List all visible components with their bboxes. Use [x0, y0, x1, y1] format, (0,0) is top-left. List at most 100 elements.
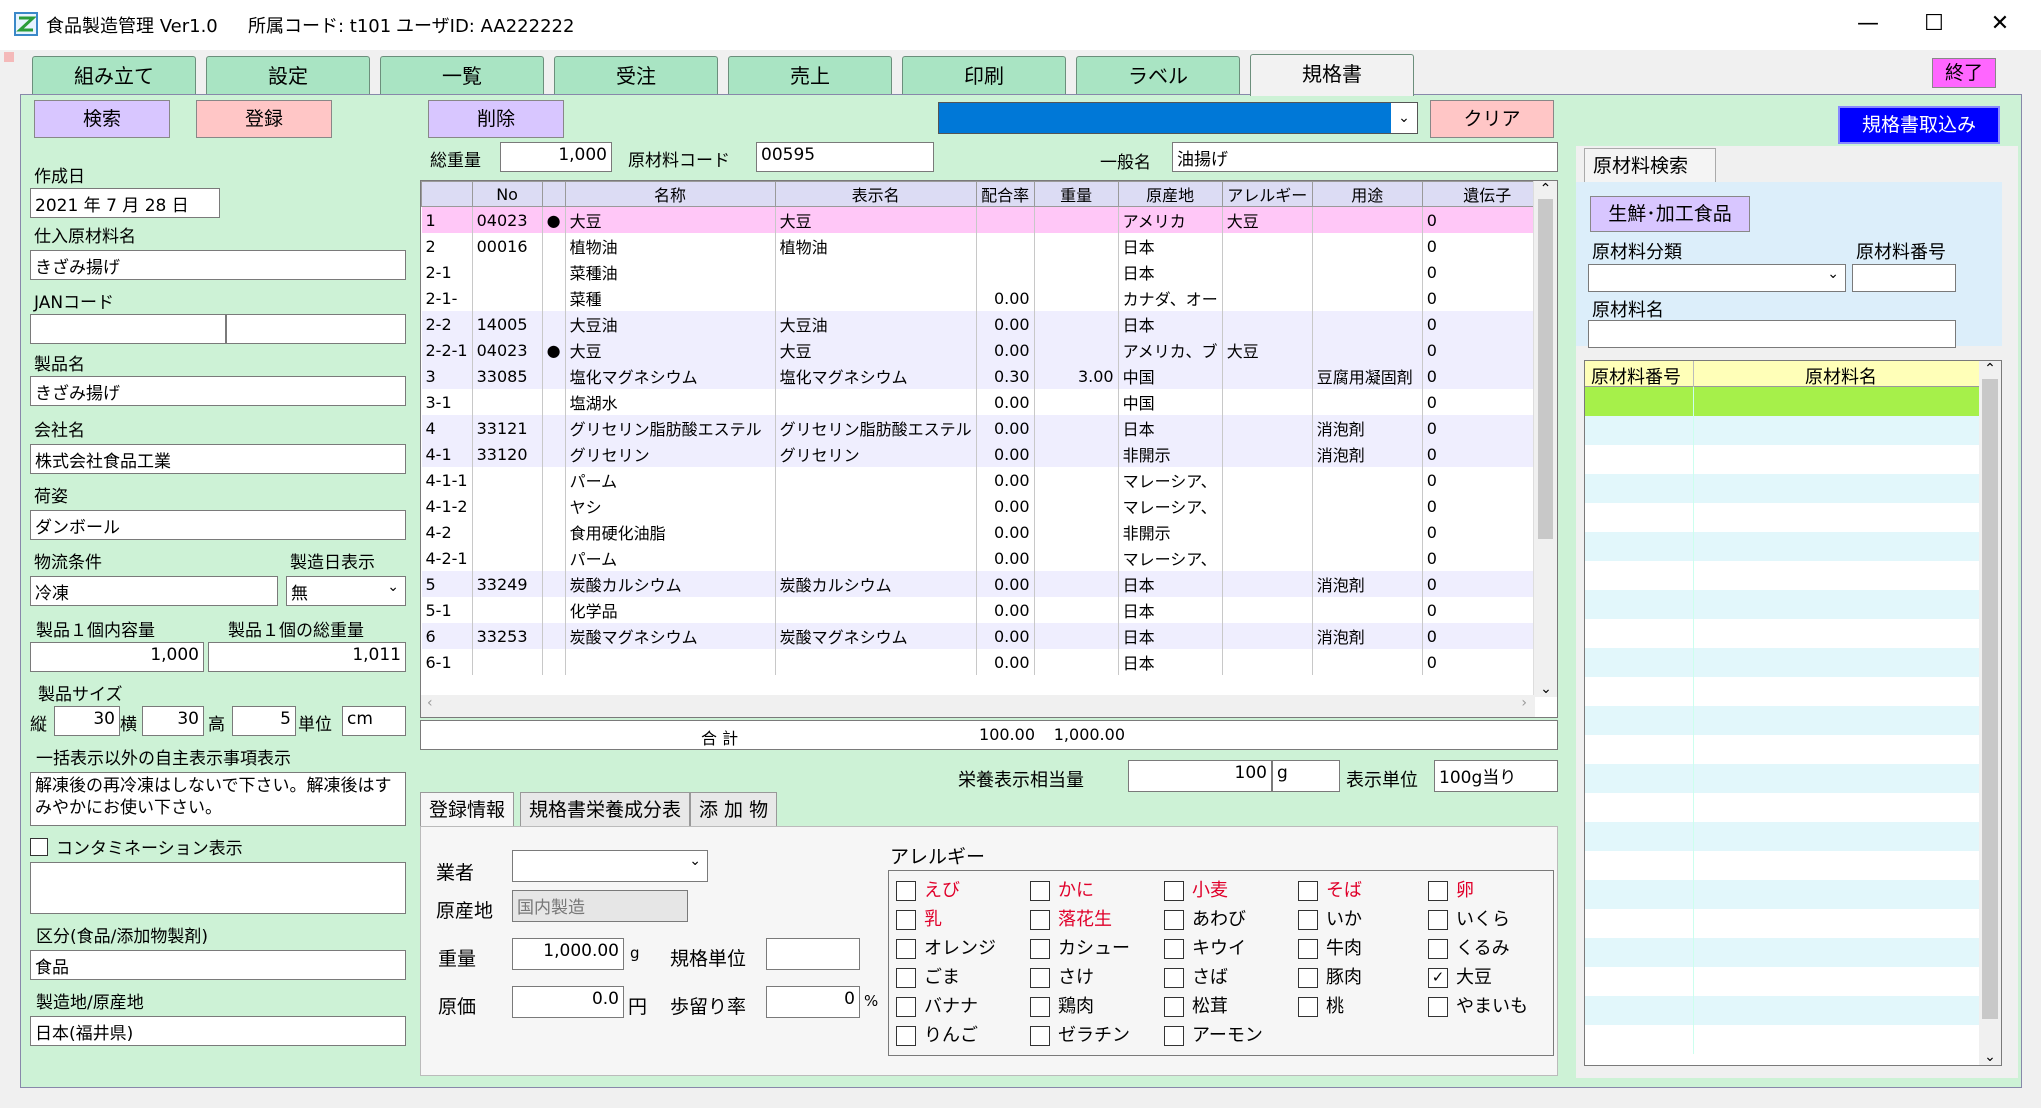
table-cell[interactable]	[542, 493, 566, 519]
result-grid-row[interactable]	[1585, 561, 1979, 590]
scroll-down-icon[interactable]: ⌄	[1534, 681, 1557, 697]
table-cell[interactable]	[542, 363, 566, 389]
table-cell[interactable]	[775, 259, 977, 285]
allergy-item[interactable]: 松茸	[1164, 992, 1228, 1018]
allergy-item[interactable]: 鶏肉	[1030, 992, 1094, 1018]
grid-vertical-scrollbar[interactable]: ⌃ ⌄	[1533, 181, 1557, 697]
table-cell[interactable]: 日本	[1118, 623, 1223, 649]
tab-orders[interactable]: 受注	[554, 56, 718, 94]
allergy-checkbox[interactable]	[1164, 997, 1184, 1017]
result-grid-row[interactable]	[1585, 619, 1979, 648]
voluntary-text[interactable]: 解凍後の再冷凍はしないで下さい。解凍後はすみやかにお使い下さい。	[30, 772, 406, 826]
table-cell[interactable]	[1312, 259, 1423, 285]
allergy-checkbox[interactable]	[1298, 997, 1318, 1017]
result-grid-row[interactable]	[1585, 967, 1979, 996]
table-cell[interactable]	[775, 493, 977, 519]
result-grid-row[interactable]	[1585, 416, 1979, 445]
table-row[interactable]: 4-1-2 ヤシ 0.00 マレーシア、 0	[421, 493, 1553, 519]
table-cell[interactable]	[542, 285, 566, 311]
grid-col-header[interactable]: 重量	[1033, 181, 1119, 207]
table-cell[interactable]: パーム	[565, 467, 776, 493]
tab-spec-sheet[interactable]: 規格書	[1250, 54, 1414, 96]
table-cell[interactable]: 33120	[472, 441, 543, 467]
table-cell[interactable]	[1312, 206, 1423, 233]
table-cell[interactable]: 0.00	[976, 571, 1035, 597]
table-cell[interactable]: 塩化マグネシウム	[775, 363, 977, 389]
allergy-item[interactable]: 桃	[1298, 992, 1344, 1018]
result-grid-row[interactable]	[1585, 764, 1979, 793]
grid-col-header[interactable]	[421, 181, 473, 207]
table-cell[interactable]: 豆腐用凝固剤	[1312, 363, 1423, 389]
table-cell[interactable]: ●	[542, 206, 566, 233]
subtab-nutrition-table[interactable]: 規格書栄養成分表	[520, 792, 691, 826]
table-cell[interactable]: 4-1	[421, 441, 473, 467]
table-cell[interactable]: 4-1-2	[421, 493, 473, 519]
table-cell[interactable]	[1222, 597, 1313, 623]
allergy-checkbox[interactable]	[1428, 939, 1448, 959]
result-grid-row[interactable]	[1585, 387, 1979, 416]
allergy-item[interactable]: 豚肉	[1298, 963, 1362, 989]
yield-field[interactable]: 0	[766, 986, 860, 1018]
table-cell[interactable]: アメリカ	[1118, 206, 1223, 233]
table-cell[interactable]: 食用硬化油脂	[565, 519, 776, 545]
grid-col-header[interactable]	[541, 181, 566, 207]
allergy-item[interactable]: そば	[1298, 876, 1362, 902]
table-cell[interactable]	[472, 597, 543, 623]
table-cell[interactable]: ●	[542, 337, 566, 363]
table-cell[interactable]	[775, 597, 977, 623]
general-name-field[interactable]: 油揚げ	[1172, 142, 1558, 172]
table-cell[interactable]	[1034, 467, 1119, 493]
table-cell[interactable]	[1034, 389, 1119, 415]
table-cell[interactable]	[1222, 233, 1313, 259]
table-cell[interactable]: 4	[421, 415, 473, 441]
table-cell[interactable]	[1034, 571, 1119, 597]
table-cell[interactable]: 5	[421, 571, 473, 597]
result-grid-row[interactable]	[1585, 532, 1979, 561]
contamination-text[interactable]	[30, 862, 406, 914]
allergy-item[interactable]: ごま	[896, 963, 960, 989]
allergy-item[interactable]: ✓ 大豆	[1428, 963, 1492, 989]
table-cell[interactable]: 大豆	[1222, 206, 1313, 233]
table-cell[interactable]	[1222, 259, 1313, 285]
table-cell[interactable]: 炭酸カルシウム	[565, 571, 776, 597]
search-button[interactable]: 検索	[34, 100, 170, 138]
nutrition-equivalent-field[interactable]: 100	[1128, 760, 1272, 792]
table-cell[interactable]	[1222, 571, 1313, 597]
table-cell[interactable]	[1222, 389, 1313, 415]
subtab-registration-info[interactable]: 登録情報	[420, 792, 515, 826]
table-row[interactable]: 5-1 化学品 0.00 日本 0	[421, 597, 1553, 623]
table-cell[interactable]: パーム	[565, 545, 776, 571]
table-cell[interactable]	[1222, 493, 1313, 519]
allergy-checkbox[interactable]	[896, 968, 916, 988]
exit-button[interactable]: 終了	[1932, 58, 1996, 88]
spec-unit-field[interactable]	[766, 938, 860, 970]
table-cell[interactable]: 大豆	[1222, 337, 1313, 363]
allergy-item[interactable]: 牛肉	[1298, 934, 1362, 960]
table-cell[interactable]: 消泡剤	[1312, 623, 1423, 649]
allergy-item[interactable]: やまいも	[1428, 992, 1528, 1018]
cost-field[interactable]: 0.0	[512, 986, 624, 1018]
table-cell[interactable]: 消泡剤	[1312, 571, 1423, 597]
table-cell[interactable]	[542, 389, 566, 415]
table-cell[interactable]: 4-1-1	[421, 467, 473, 493]
tab-assembly[interactable]: 組み立て	[32, 56, 196, 94]
table-cell[interactable]: 0.00	[976, 467, 1035, 493]
allergy-item[interactable]: 乳	[896, 905, 942, 931]
table-cell[interactable]: 2	[421, 233, 473, 259]
table-cell[interactable]	[775, 467, 977, 493]
table-row[interactable]: 4-1-1 パーム 0.00 マレーシア、 0	[421, 467, 1553, 493]
table-cell[interactable]: ヤシ	[565, 493, 776, 519]
grid-col-header[interactable]: アレルギー	[1221, 181, 1313, 207]
table-cell[interactable]: 塩化マグネシウム	[565, 363, 776, 389]
allergy-checkbox[interactable]	[1030, 968, 1050, 988]
table-cell[interactable]	[542, 441, 566, 467]
product-name-field[interactable]: きざみ揚げ	[30, 376, 406, 406]
delete-button[interactable]: 削除	[428, 100, 564, 138]
material-code-field[interactable]: 00595	[756, 142, 934, 172]
grid-col-header[interactable]: 用途	[1311, 181, 1423, 207]
result-grid-row[interactable]	[1585, 1025, 1979, 1054]
table-cell[interactable]: 0.00	[976, 285, 1035, 311]
table-cell[interactable]	[1222, 623, 1313, 649]
table-cell[interactable]: 日本	[1118, 571, 1223, 597]
table-cell[interactable]: 33085	[472, 363, 543, 389]
